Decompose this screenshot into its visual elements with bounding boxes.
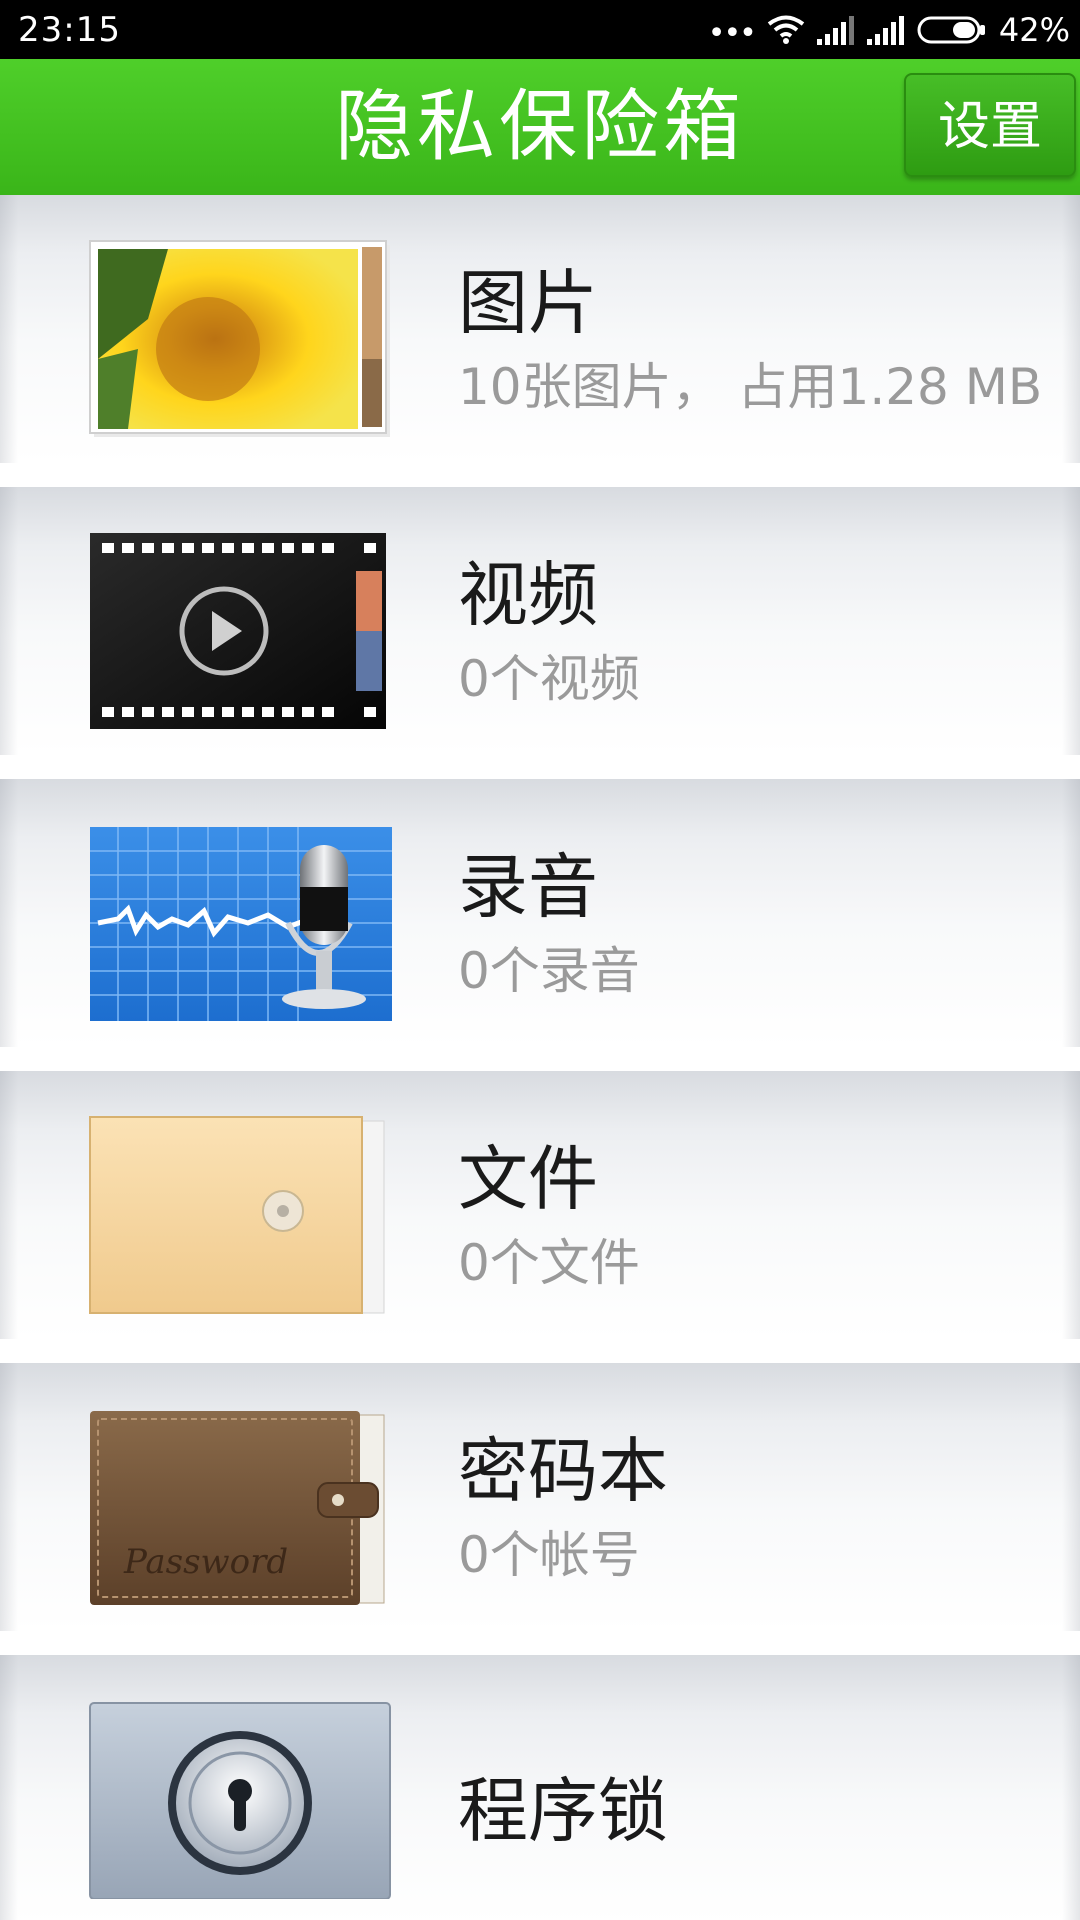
item-subtitle: 10张图片， 占用1.28 MB	[458, 358, 1043, 416]
battery-icon	[917, 16, 985, 44]
status-time: 23:15	[18, 10, 121, 50]
item-subtitle: 0个录音	[458, 942, 640, 1000]
list-item-photos[interactable]: 图片 10张图片， 占用1.28 MB	[0, 195, 1080, 463]
list-item-recording[interactable]: 录音 0个录音	[0, 779, 1080, 1047]
item-title: 密码本	[458, 1430, 668, 1512]
password-wallet-icon: Password	[90, 1411, 385, 1605]
screen: 23:15 ••• 42% 隐私保险箱 设置 图片 10张图片， 占用1.28 …	[0, 0, 1080, 1920]
item-title: 图片	[458, 262, 598, 344]
status-bar: 23:15 ••• 42%	[0, 0, 1080, 59]
title-bar: 隐私保险箱 设置	[0, 59, 1080, 195]
battery-percentage: 42%	[998, 11, 1070, 49]
item-title: 程序锁	[458, 1770, 668, 1852]
envelope-icon	[89, 1116, 385, 1314]
item-title: 视频	[458, 554, 598, 636]
wifi-icon	[767, 15, 805, 44]
item-subtitle: 0个帐号	[458, 1526, 640, 1584]
settings-button[interactable]: 设置	[904, 73, 1076, 177]
wallet-label: Password	[123, 1542, 288, 1582]
status-icons: ••• 42%	[696, 8, 1070, 52]
recording-icon	[90, 827, 392, 1021]
list-item-passwords[interactable]: Password 密码本 0个帐号	[0, 1363, 1080, 1631]
video-icon	[90, 533, 386, 729]
app-lock-icon	[89, 1702, 391, 1899]
signal-icon	[816, 16, 854, 45]
list-item-app-lock[interactable]: 程序锁	[0, 1655, 1080, 1920]
list-item-video[interactable]: 视频 0个视频	[0, 487, 1080, 755]
item-subtitle: 0个文件	[458, 1234, 640, 1292]
more-dots-icon: •••	[707, 16, 757, 51]
item-title: 录音	[458, 846, 598, 928]
list-item-files[interactable]: 文件 0个文件	[0, 1071, 1080, 1339]
item-subtitle: 0个视频	[458, 650, 640, 708]
photos-icon	[89, 240, 390, 437]
item-title: 文件	[458, 1138, 598, 1220]
signal-icon	[866, 16, 904, 45]
